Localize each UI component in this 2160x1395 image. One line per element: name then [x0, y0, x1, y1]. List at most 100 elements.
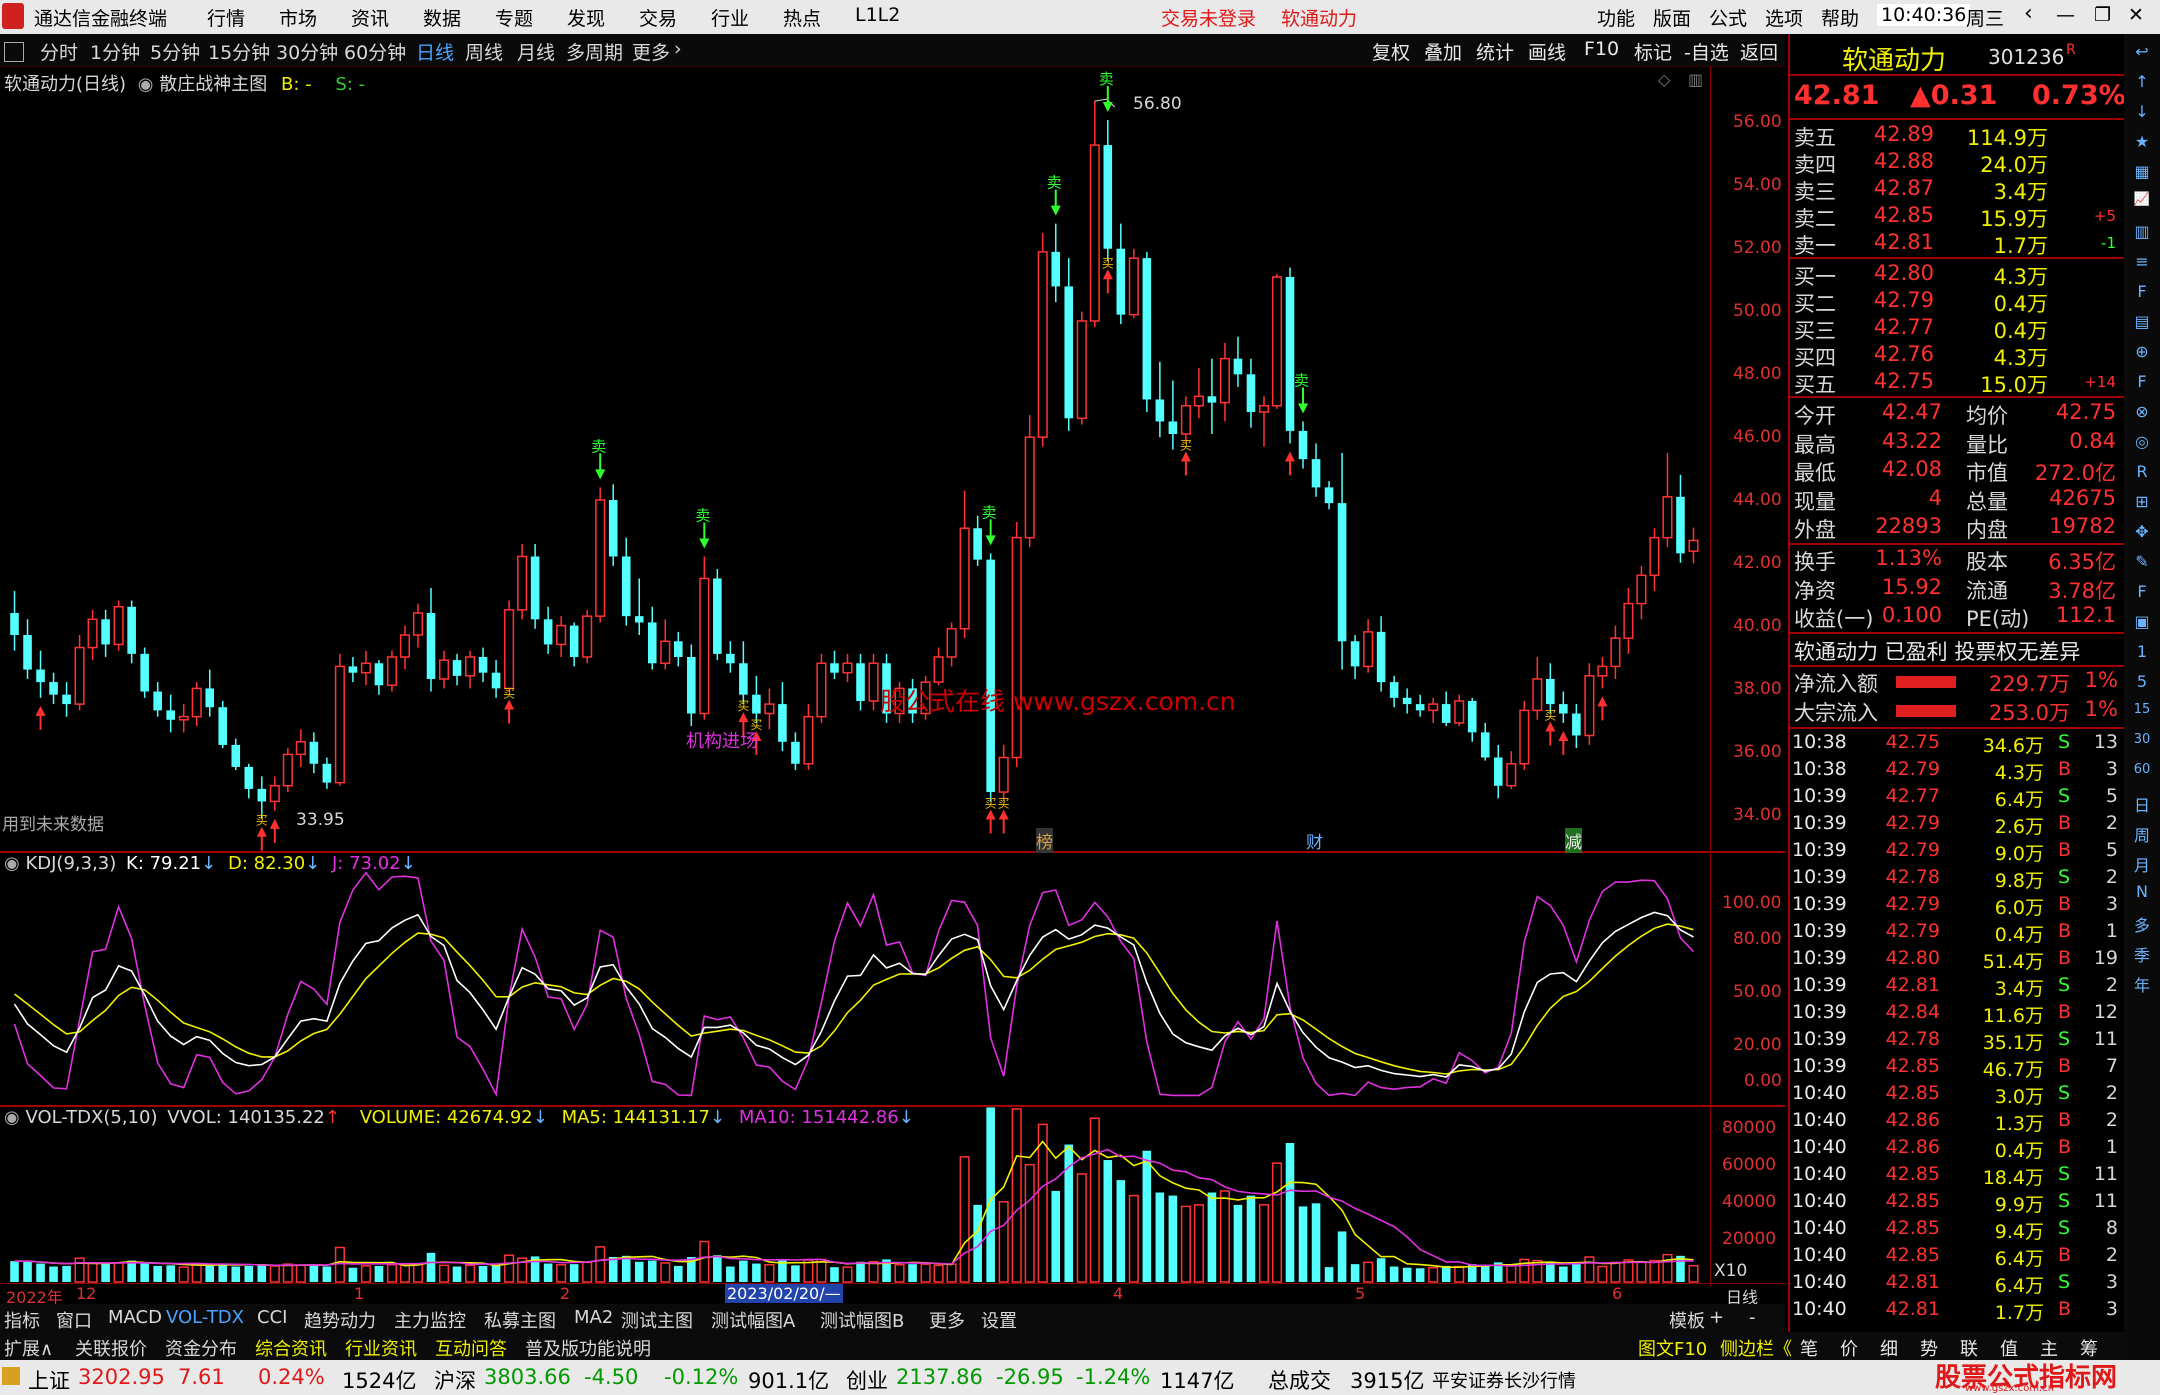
vol-name[interactable]: VOL-TDX(5,10) [25, 1107, 157, 1128]
side-tool-icon[interactable]: 5 [2130, 672, 2154, 696]
side-tool-icon[interactable]: ↑ [2130, 72, 2154, 96]
menu-layout[interactable]: 版面 [1653, 4, 1691, 31]
minimize-icon[interactable]: — [2056, 4, 2075, 26]
close-icon[interactable]: ✕ [2128, 4, 2144, 26]
period-30min[interactable]: 30分钟 [276, 38, 338, 65]
index-name[interactable]: 上证 [28, 1365, 70, 1395]
tick-row[interactable]: 10:39 42.77 6.4万 S 5 [1790, 785, 2124, 813]
side-tool-icon[interactable]: ▦ [2130, 162, 2154, 186]
period-60min[interactable]: 60分钟 [344, 38, 406, 65]
period-15min[interactable]: 15分钟 [208, 38, 270, 65]
btn-stats[interactable]: 统计 [1476, 38, 1514, 65]
indicator-tab[interactable]: 设置 [981, 1307, 1017, 1333]
side-tool-icon[interactable]: 1 [2130, 642, 2154, 666]
tick-row[interactable]: 10:40 42.85 6.4万 B 2 [1790, 1244, 2124, 1272]
period-5min[interactable]: 5分钟 [150, 38, 200, 65]
side-tool-icon[interactable]: 季 [2130, 942, 2154, 966]
event-marker-finance[interactable]: 财 [1306, 828, 1323, 853]
menu-function[interactable]: 功能 [1597, 4, 1635, 31]
chevron-right-icon[interactable]: › [674, 38, 682, 60]
chevron-down-icon[interactable]: ◉ [138, 74, 154, 95]
menu-options[interactable]: 选项 [1765, 4, 1803, 31]
side-tool-icon[interactable]: ▤ [2130, 312, 2154, 336]
indicator-tab[interactable]: 测试幅图B [820, 1307, 904, 1333]
tab-control[interactable]: + [1709, 1307, 1724, 1328]
tab-control[interactable]: - [1749, 1307, 1756, 1328]
tick-row[interactable]: 10:38 42.75 34.6万 S 13 [1790, 731, 2124, 759]
side-tool-icon[interactable]: R [2130, 462, 2154, 486]
tick-row[interactable]: 10:40 42.81 6.4万 S 3 [1790, 1271, 2124, 1299]
info-tab[interactable]: 互动问答 [435, 1335, 507, 1361]
menu-help[interactable]: 帮助 [1821, 4, 1859, 31]
period-1min[interactable]: 1分钟 [90, 38, 140, 65]
tick-row[interactable]: 10:39 42.80 51.4万 B 19 [1790, 947, 2124, 975]
indicator-tab[interactable]: CCI [257, 1307, 287, 1328]
side-tool-icon[interactable]: ▣ [2130, 612, 2154, 636]
indicator-tab[interactable]: 主力监控 [394, 1307, 466, 1333]
trade-login-status[interactable]: 交易未登录 [1161, 4, 1256, 31]
tick-row[interactable]: 10:39 42.78 9.8万 S 2 [1790, 866, 2124, 894]
side-tool-icon[interactable]: ⊞ [2130, 492, 2154, 516]
tick-row[interactable]: 10:39 42.78 35.1万 S 11 [1790, 1028, 2124, 1056]
tick-row[interactable]: 10:40 42.85 3.0万 S 2 [1790, 1082, 2124, 1110]
tick-row[interactable]: 10:40 42.81 1.7万 B 3 [1790, 1298, 2124, 1326]
menu-l1l2[interactable]: L1L2 [855, 4, 900, 26]
btn-mark[interactable]: 标记 [1634, 38, 1672, 65]
side-tab[interactable]: 细 [1880, 1335, 1898, 1361]
back-icon[interactable]: ‹ [2024, 1, 2033, 26]
menu-formula[interactable]: 公式 [1709, 4, 1747, 31]
tick-row[interactable]: 10:40 42.86 0.4万 B 1 [1790, 1136, 2124, 1164]
event-marker-list[interactable]: 榜 [1036, 828, 1053, 853]
side-tab[interactable]: 价 [1840, 1335, 1858, 1361]
period-monthly[interactable]: 月线 [517, 38, 555, 65]
side-tool-icon[interactable]: ✎ [2130, 552, 2154, 576]
side-tool-icon[interactable]: F [2130, 582, 2154, 606]
side-tab[interactable]: 笔 [1800, 1335, 1818, 1361]
side-tool-icon[interactable]: 周 [2130, 822, 2154, 846]
indicator-tab[interactable]: MA2 [574, 1307, 613, 1328]
side-tool-icon[interactable]: 日 [2130, 792, 2154, 816]
indicator-tab[interactable]: 测试主图 [621, 1307, 693, 1333]
side-tool-icon[interactable]: 30 [2130, 732, 2154, 756]
btn-f10[interactable]: F10 [1584, 38, 1619, 60]
side-tool-icon[interactable]: ◎ [2130, 432, 2154, 456]
side-tool-icon[interactable]: N [2130, 882, 2154, 906]
indicator-tab[interactable]: 趋势动力 [304, 1307, 376, 1333]
menu-discover[interactable]: 发现 [567, 4, 605, 31]
menu-trade[interactable]: 交易 [639, 4, 677, 31]
tick-row[interactable]: 10:39 42.81 3.4万 S 2 [1790, 974, 2124, 1002]
tick-row[interactable]: 10:39 42.79 0.4万 B 1 [1790, 920, 2124, 948]
tick-row[interactable]: 10:39 42.79 2.6万 B 2 [1790, 812, 2124, 840]
btn-return[interactable]: 返回 [1740, 38, 1778, 65]
collapse-icon[interactable] [4, 42, 24, 62]
tick-row[interactable]: 10:39 42.84 11.6万 B 12 [1790, 1001, 2124, 1029]
indicator-tab[interactable]: 窗口 [56, 1307, 92, 1333]
diamond-icon[interactable]: ◇ [1658, 70, 1670, 89]
side-tool-icon[interactable]: 年 [2130, 972, 2154, 996]
side-tool-icon[interactable]: 多 [2130, 912, 2154, 936]
indicator-tab[interactable]: MACD [108, 1307, 162, 1328]
kdj-name[interactable]: KDJ(9,3,3) [25, 853, 116, 874]
tick-row[interactable]: 10:40 42.85 9.4万 S 8 [1790, 1217, 2124, 1245]
side-tool-icon[interactable]: ↓ [2130, 102, 2154, 126]
period-more[interactable]: 更多 [632, 38, 670, 65]
vol-toggle-icon[interactable]: ◉ [4, 1107, 20, 1128]
info-tab[interactable]: 普及版功能说明 [525, 1335, 651, 1361]
tick-row[interactable]: 10:40 42.86 1.3万 B 2 [1790, 1109, 2124, 1137]
btn-fuquan[interactable]: 复权 [1372, 38, 1410, 65]
panel-toggle-icon[interactable]: ▥ [1688, 70, 1703, 89]
period-fenshi[interactable]: 分时 [40, 38, 78, 65]
side-tool-icon[interactable]: F [2130, 282, 2154, 306]
info-tab[interactable]: 图文F10 [1638, 1335, 1707, 1361]
indicator-tab[interactable]: 指标 [4, 1307, 40, 1333]
menu-market[interactable]: 市场 [279, 4, 317, 31]
menu-hot[interactable]: 热点 [783, 4, 821, 31]
btn-unwatch[interactable]: -自选 [1684, 38, 1729, 65]
indicator-tab[interactable]: 私募主图 [484, 1307, 556, 1333]
tick-row[interactable]: 10:38 42.79 4.3万 B 3 [1790, 758, 2124, 786]
side-tool-icon[interactable]: 📈 [2130, 192, 2154, 216]
event-marker-reduce[interactable]: 减 [1565, 828, 1582, 853]
kdj-toggle-icon[interactable]: ◉ [4, 853, 20, 874]
info-tab[interactable]: 侧边栏《 [1720, 1335, 1792, 1361]
side-tool-icon[interactable]: ✥ [2130, 522, 2154, 546]
